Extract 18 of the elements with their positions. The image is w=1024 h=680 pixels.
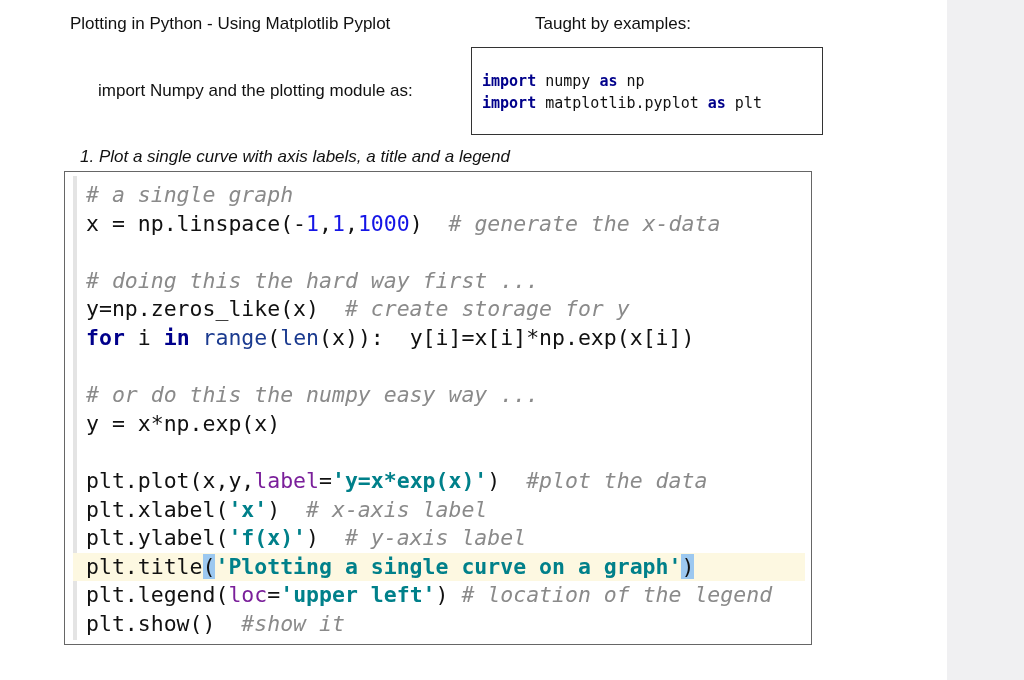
code-line: plt.plot(x,y,label='y=x*exp(x)') #plot the data [85, 466, 709, 495]
code-line: plt.ylabel('f(x)') # y-axis label [85, 524, 528, 553]
code-line: plt.legend(loc='upper left') # location of the legend [85, 581, 774, 610]
code-line: y = x*np.exp(x) [85, 409, 282, 438]
code-line: import matplotlib.pyplot as plt [482, 93, 763, 114]
code-line: import numpy as np [482, 71, 646, 92]
page-title: Plotting in Python - Using Matplotlib Pyplot [70, 14, 392, 34]
code-line: y=np.zeros_like(x) # create storage for y [85, 295, 631, 324]
code-line: plt.show() #show it [85, 609, 346, 638]
code-line: for i in range(len(x)): y[i]=x[i]*np.exp(x[i]) [85, 323, 696, 352]
code-line: x = np.linspace(-1,1,1000) # generate the x-data [85, 209, 722, 238]
example-heading: 1. Plot a single curve with axis labels, a title and a legend [80, 147, 512, 167]
code-line: # a single graph [85, 181, 295, 209]
code-line: plt.xlabel('x') # x-axis label [85, 495, 489, 524]
import-label: import Numpy and the plotting module as: [98, 81, 414, 101]
code-line: # doing this the hard way first ... [85, 266, 541, 295]
code-line: # or do this the numpy easy way ... [85, 381, 541, 410]
subtitle: Taught by examples: [535, 14, 691, 34]
